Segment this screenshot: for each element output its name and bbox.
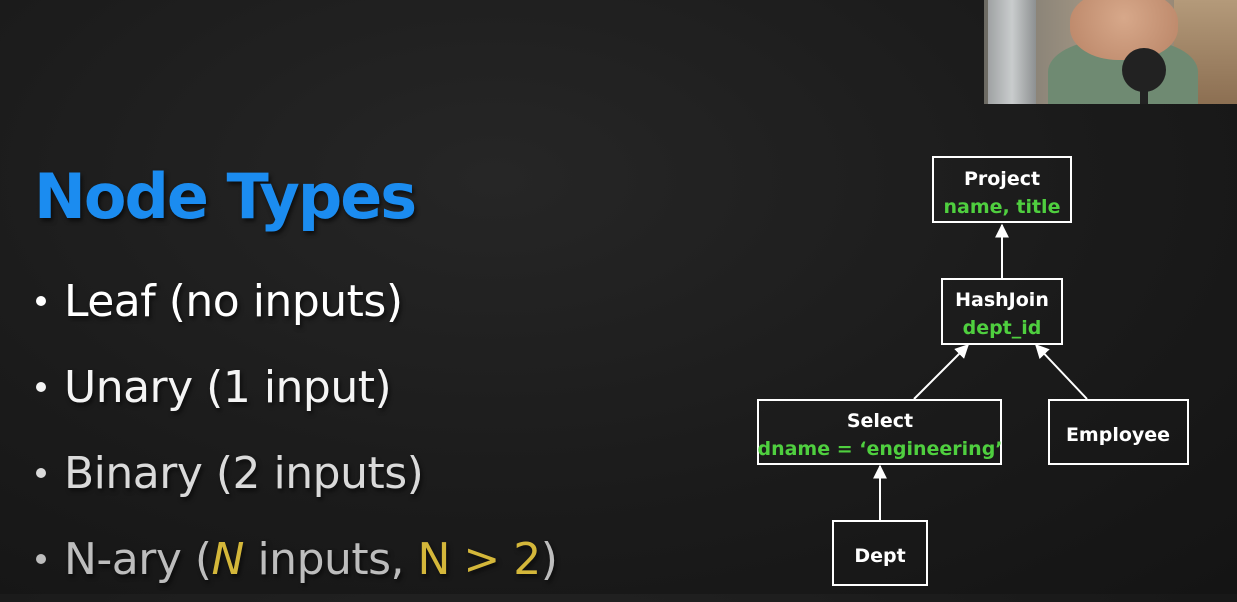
node-select-predicate: dname = ‘engineering’ — [757, 438, 1002, 460]
node-hashjoin-predicate: dept_id — [963, 317, 1042, 339]
node-select-label: Select — [847, 410, 913, 432]
query-plan-diagram: Project name, title HashJoin dept_id Sel… — [757, 156, 1189, 586]
node-select: Select dname = ‘engineering’ — [757, 399, 1003, 465]
node-employee: Employee — [1048, 399, 1189, 465]
node-project-predicate: name, title — [944, 196, 1061, 218]
node-project: Project name, title — [932, 156, 1072, 223]
edge-select-to-hashjoin — [913, 344, 969, 400]
node-dept-label: Dept — [854, 545, 905, 567]
edge-employee-to-hashjoin — [1035, 343, 1088, 400]
node-hashjoin-label: HashJoin — [955, 289, 1049, 311]
node-hashjoin: HashJoin dept_id — [941, 278, 1063, 345]
node-dept: Dept — [832, 520, 928, 586]
node-project-label: Project — [964, 168, 1040, 190]
node-employee-label: Employee — [1066, 424, 1170, 446]
